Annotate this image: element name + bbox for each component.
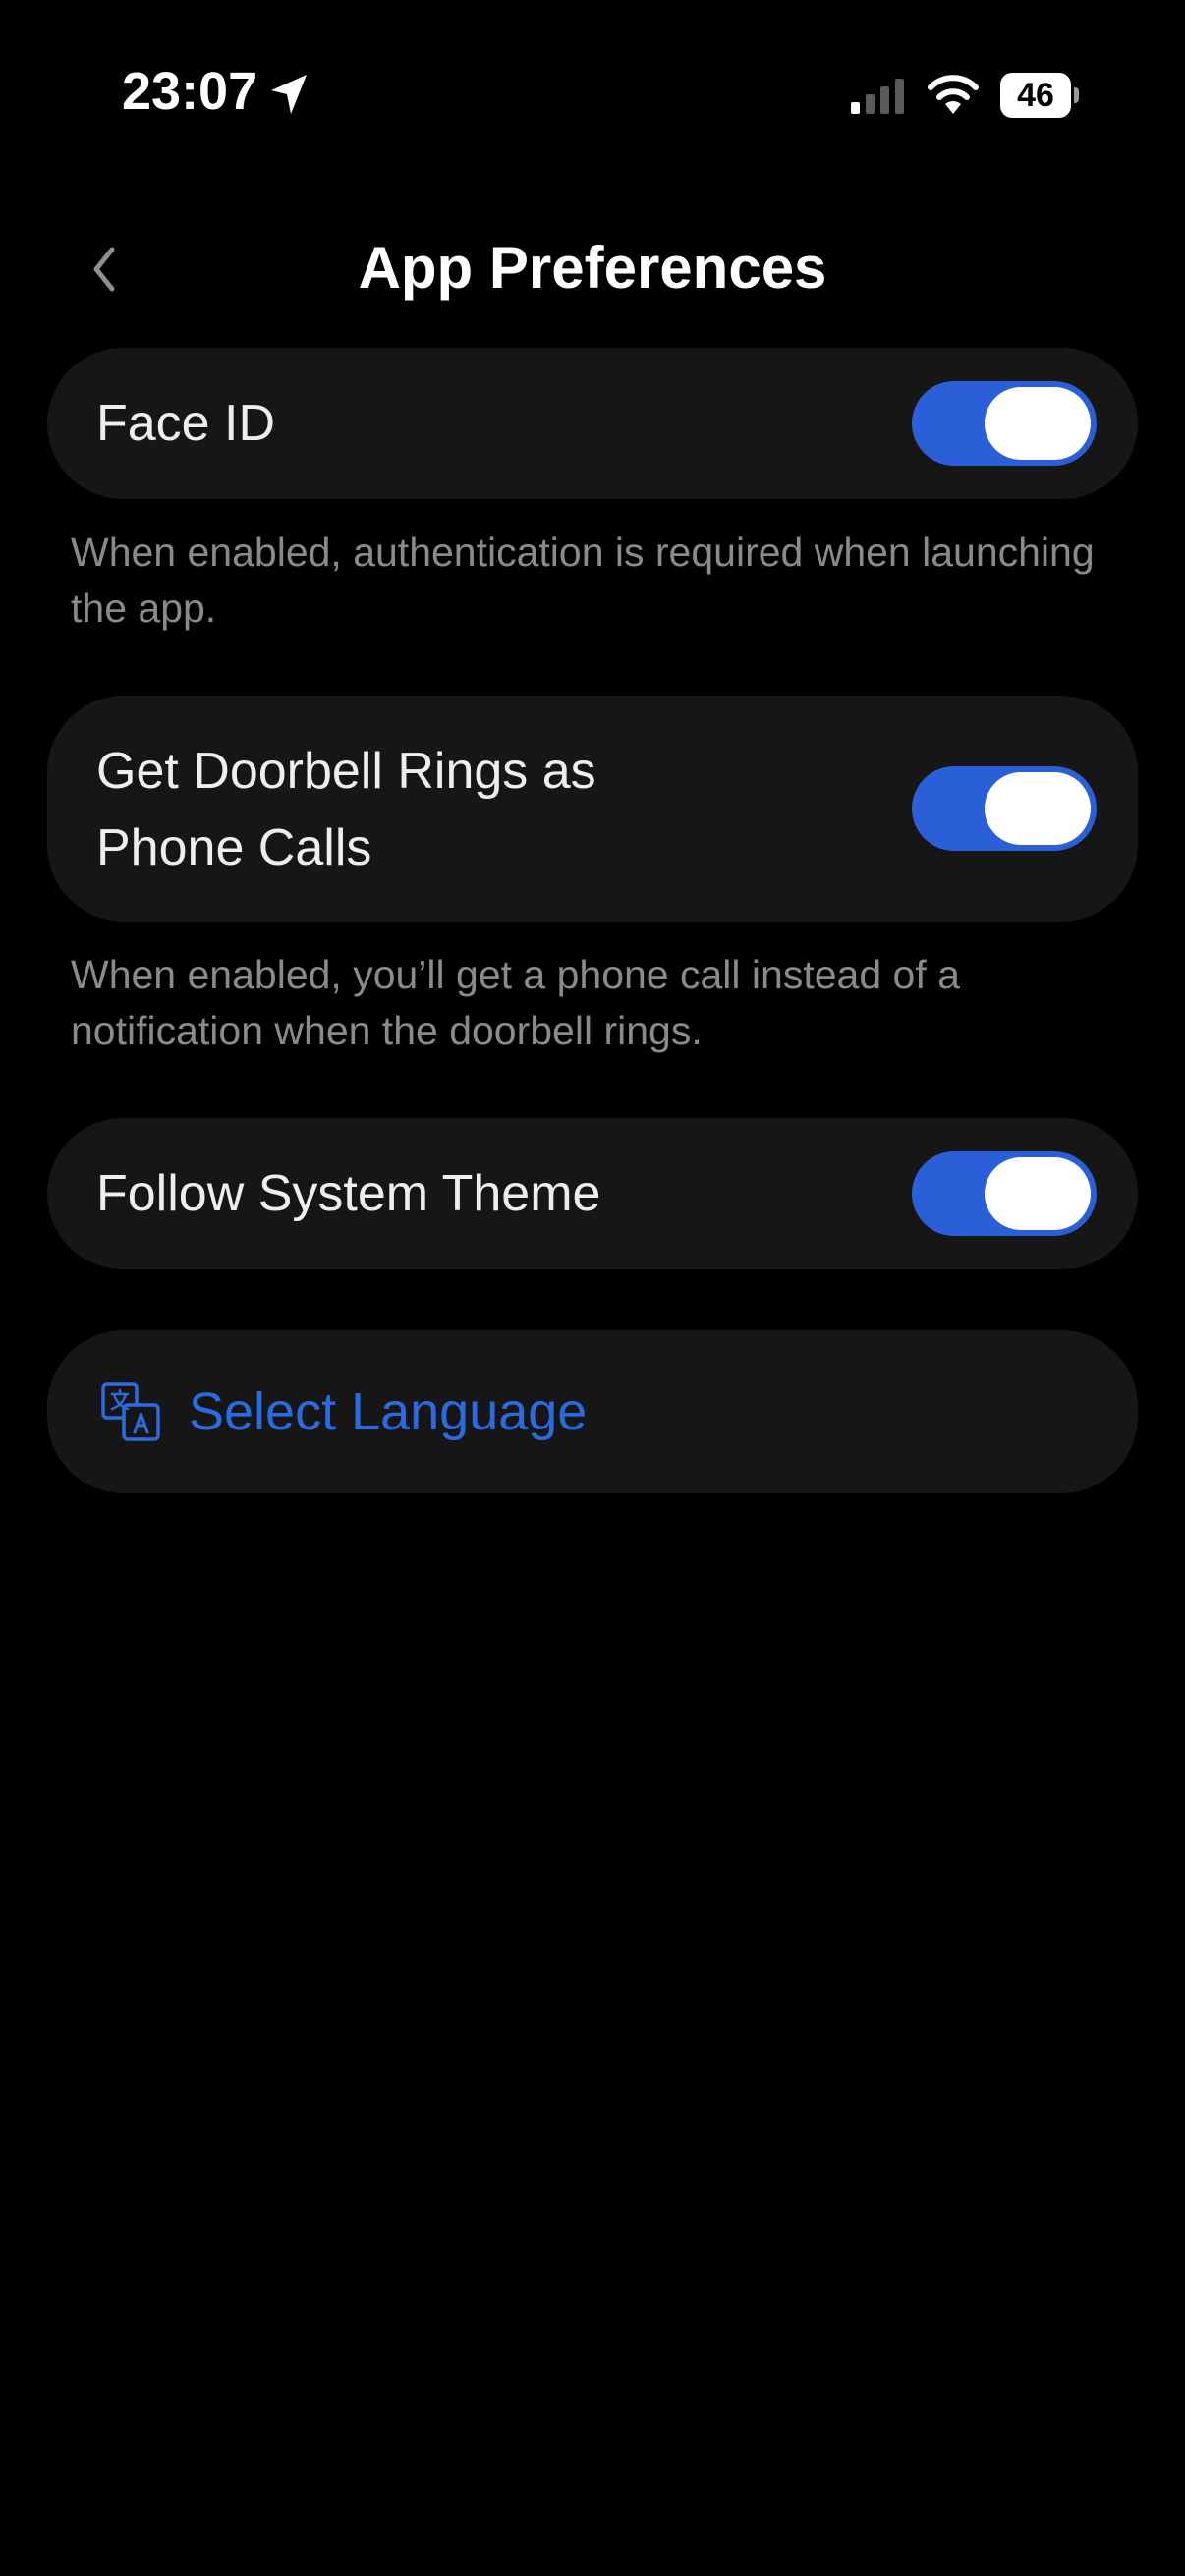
doorbell-calls-toggle[interactable] <box>912 766 1097 851</box>
nav-header: App Preferences <box>0 216 1185 314</box>
system-theme-row: Follow System Theme <box>47 1118 1138 1269</box>
doorbell-calls-hint: When enabled, you’ll get a phone call in… <box>71 952 960 1053</box>
status-time: 23:07 <box>122 62 258 121</box>
doorbell-calls-row: Get Doorbell Rings as Phone Calls <box>47 696 1138 922</box>
battery-level: 46 <box>1000 73 1071 118</box>
face-id-label: Face ID <box>96 395 276 452</box>
doorbell-calls-label: Get Doorbell Rings as Phone Calls <box>96 743 596 876</box>
cellular-signal-icon <box>849 77 908 116</box>
system-theme-label: Follow System Theme <box>96 1165 601 1222</box>
select-language-button[interactable]: Select Language <box>47 1330 1138 1493</box>
wifi-icon <box>926 73 981 116</box>
face-id-row: Face ID <box>47 348 1138 499</box>
face-id-toggle[interactable] <box>912 381 1097 466</box>
select-language-label: Select Language <box>189 1382 588 1441</box>
translate-icon <box>100 1381 161 1442</box>
battery-icon: 46 <box>1000 73 1079 118</box>
toggle-knob <box>985 387 1091 460</box>
page-title: App Preferences <box>358 235 827 301</box>
location-arrow-icon <box>267 71 310 118</box>
toggle-knob <box>985 772 1091 845</box>
toggle-knob <box>985 1157 1091 1230</box>
battery-cap <box>1074 87 1079 103</box>
face-id-hint: When enabled, authentication is required… <box>71 530 1095 631</box>
system-theme-toggle[interactable] <box>912 1151 1097 1236</box>
status-bar: 23:07 46 <box>0 0 1185 196</box>
